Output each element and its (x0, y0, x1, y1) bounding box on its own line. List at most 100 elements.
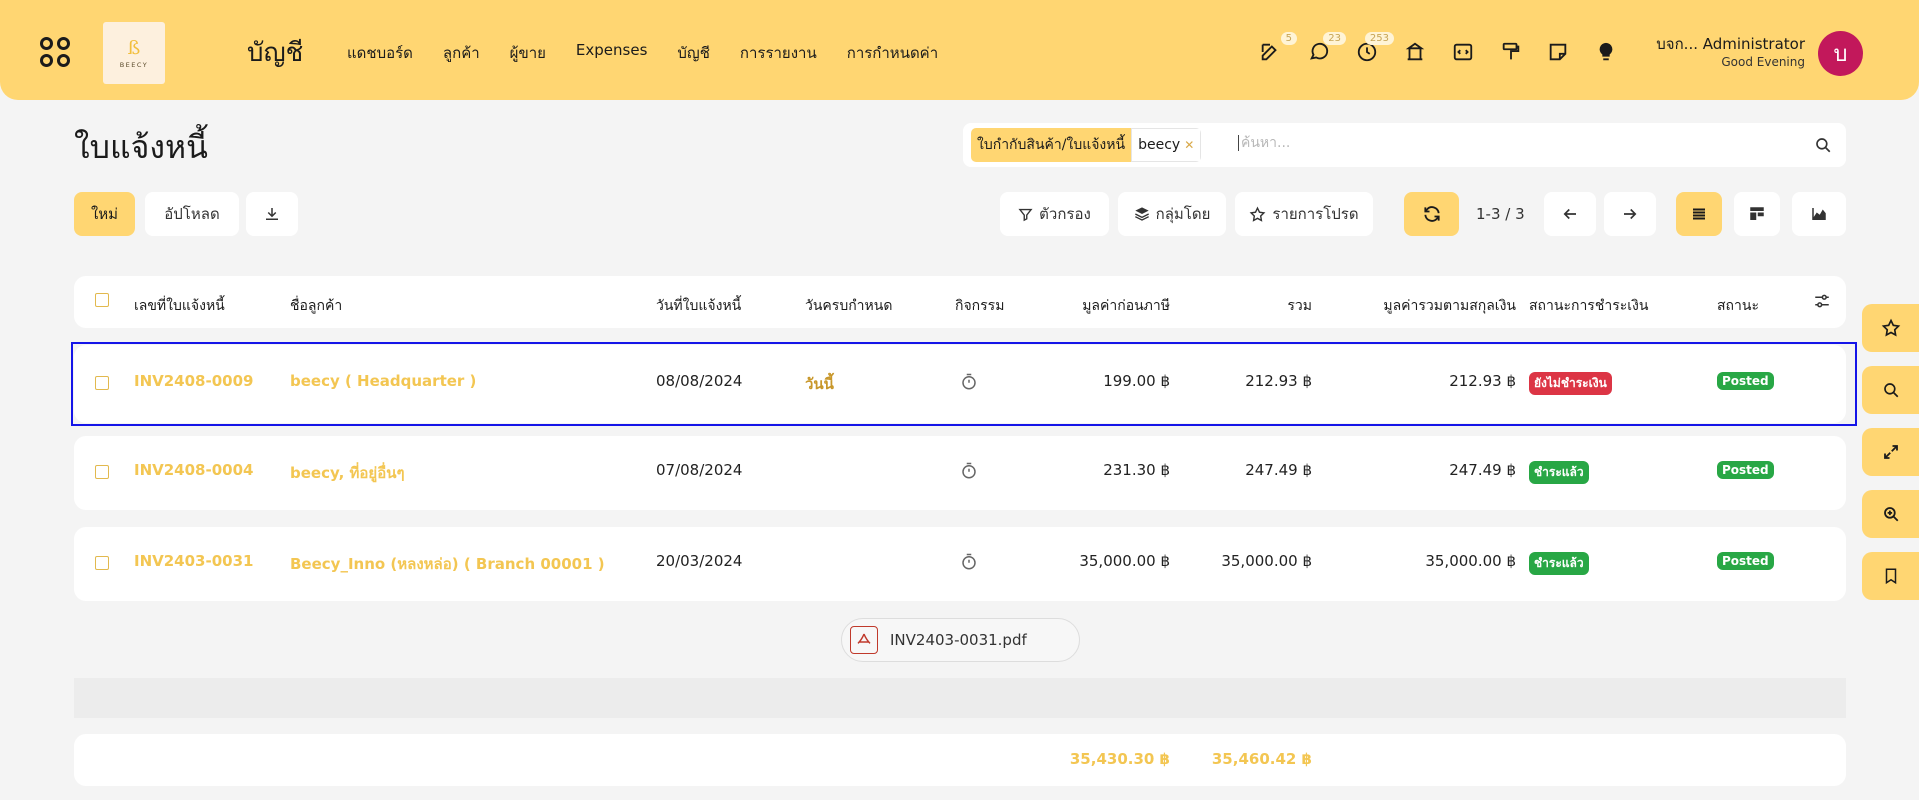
download-button[interactable] (246, 192, 298, 236)
rail-search-button[interactable] (1862, 366, 1919, 414)
search-facet: ใบกำกับสินค้า/ใบแจ้งหนี้ beecy ✕ (971, 128, 1202, 162)
facet-label: ใบกำกับสินค้า/ใบแจ้งหนี้ (971, 128, 1132, 162)
favorites-label: รายการโปรด (1272, 205, 1359, 223)
menu-vendors[interactable]: ผู้ขาย (510, 41, 546, 65)
chat-icon[interactable]: 23 (1306, 32, 1346, 65)
layers-icon (1134, 207, 1149, 221)
activity-stopwatch-icon[interactable] (960, 462, 978, 484)
upload-button[interactable]: อัปโหลด (145, 192, 239, 236)
favorites-button[interactable]: รายการโปรด (1235, 192, 1373, 236)
total-amount: 247.49 ฿ (1245, 461, 1312, 479)
table-header: เลขที่ใบแจ้งหนี้ ชื่อลูกค้า วันที่ใบแจ้ง… (74, 276, 1846, 328)
avatar[interactable]: บ (1818, 31, 1863, 76)
invoice-number[interactable]: INV2403-0031 (134, 552, 253, 570)
rail-bookmark-button[interactable] (1862, 552, 1919, 600)
col-activity[interactable]: กิจกรรม (955, 295, 1004, 317)
activity-badge: 253 (1364, 32, 1394, 45)
kanban-view-button[interactable] (1734, 192, 1780, 236)
menu-customers[interactable]: ลูกค้า (443, 41, 480, 65)
lightbulb-icon[interactable] (1593, 39, 1619, 65)
col-customer[interactable]: ชื่อลูกค้า (290, 295, 342, 317)
status-badge: Posted (1717, 461, 1774, 479)
logo-bee-mark: ß (127, 36, 141, 59)
bookmark-icon (1885, 568, 1896, 585)
col-invoice-number[interactable]: เลขที่ใบแจ้งหนี้ (134, 295, 225, 317)
col-status[interactable]: สถานะ (1717, 295, 1759, 317)
customer-name[interactable]: Beecy_Inno (หลงหล่อ) ( Branch 00001 ) (290, 552, 605, 576)
rail-favorite-button[interactable] (1862, 304, 1919, 352)
activity-clock-icon[interactable]: 253 (1354, 32, 1394, 65)
rail-expand-button[interactable] (1862, 428, 1919, 476)
graph-view-button[interactable] (1792, 192, 1846, 236)
paint-roller-icon[interactable] (1498, 39, 1524, 65)
facet-value: beecy ✕ (1131, 128, 1202, 162)
list-view-button[interactable] (1676, 192, 1722, 236)
company-logo[interactable]: ß BEECY (103, 22, 165, 84)
note-icon[interactable] (1545, 39, 1571, 65)
menu-reporting[interactable]: การรายงาน (740, 41, 817, 65)
search-icon (1883, 383, 1898, 398)
table-row[interactable]: INV2408-0004 beecy, ที่อยู่อื่นๆ 07/08/2… (74, 436, 1846, 510)
group-separator (74, 678, 1846, 718)
search-input[interactable] (1238, 135, 1738, 151)
col-total[interactable]: รวม (1174, 295, 1312, 317)
col-total-currency[interactable]: มูลค่ารวมตามสกุลเงิน (1322, 295, 1516, 317)
invoice-date: 07/08/2024 (656, 461, 743, 479)
table-row[interactable]: INV2403-0031 Beecy_Inno (หลงหล่อ) ( Bran… (74, 527, 1846, 601)
filter-button[interactable]: ตัวกรอง (1000, 192, 1109, 236)
untaxed-amount: 231.30 ฿ (1103, 461, 1170, 479)
col-untaxed[interactable]: มูลค่าก่อนภาษี (1044, 295, 1170, 317)
expand-icon (1883, 445, 1898, 459)
table-footer-totals: 35,430.30 ฿ 35,460.42 ฿ (74, 734, 1846, 786)
col-invoice-date[interactable]: วันที่ใบแจ้งหนี้ (656, 295, 741, 317)
total-currency-amount: 35,000.00 ฿ (1425, 552, 1516, 570)
select-all-checkbox[interactable] (95, 293, 109, 307)
arrow-left-icon (1563, 208, 1576, 220)
main-menu: แดชบอร์ด ลูกค้า ผู้ขาย Expenses บัญชี กา… (347, 41, 968, 65)
zoom-in-icon (1883, 507, 1898, 522)
optional-columns-icon[interactable] (1813, 292, 1831, 314)
menu-accounting[interactable]: บัญชี (677, 41, 709, 65)
pager-value[interactable]: 1-3 / 3 (1476, 205, 1525, 223)
code-icon[interactable] (1450, 39, 1476, 65)
app-brand[interactable]: บัญชี (247, 32, 303, 73)
new-button[interactable]: ใหม่ (74, 192, 135, 236)
sum-total: 35,460.42 ฿ (1211, 750, 1312, 768)
row-checkbox[interactable] (95, 556, 109, 570)
user-name[interactable]: บจก... Administrator (1656, 32, 1805, 56)
total-amount: 35,000.00 ฿ (1221, 552, 1312, 570)
menu-expenses[interactable]: Expenses (576, 41, 647, 65)
rail-zoom-button[interactable] (1862, 490, 1919, 538)
customer-name[interactable]: beecy, ที่อยู่อื่นๆ (290, 461, 405, 485)
pager-next-button[interactable] (1604, 192, 1656, 236)
star-icon (1249, 205, 1266, 222)
todo-icon[interactable]: 5 (1257, 32, 1297, 65)
invoice-date: 20/03/2024 (656, 552, 743, 570)
logo-text: BEECY (119, 60, 149, 69)
facet-remove-icon[interactable]: ✕ (1184, 138, 1194, 152)
status-badge: Posted (1717, 552, 1774, 570)
payment-status-badge: ชำระแล้ว (1529, 461, 1589, 484)
col-due-date[interactable]: วันครบกำหนด (805, 295, 892, 317)
col-payment-status[interactable]: สถานะการชำระเงิน (1529, 295, 1648, 317)
groupby-button[interactable]: กลุ่มโดย (1118, 192, 1226, 236)
refresh-button[interactable] (1404, 192, 1459, 236)
kanban-icon (1750, 207, 1764, 220)
search-icon[interactable] (1814, 136, 1832, 158)
activity-stopwatch-icon[interactable] (960, 553, 978, 575)
attachment-chip[interactable]: INV2403-0031.pdf (841, 618, 1080, 662)
todo-badge: 5 (1280, 32, 1297, 45)
chat-badge: 23 (1323, 32, 1346, 45)
filter-label: ตัวกรอง (1039, 205, 1091, 223)
menu-configuration[interactable]: การกำหนดค่า (847, 41, 938, 65)
pager-previous-button[interactable] (1544, 192, 1596, 236)
menu-dashboard[interactable]: แดชบอร์ด (347, 41, 413, 65)
bank-icon[interactable] (1402, 39, 1428, 65)
row-checkbox[interactable] (95, 465, 109, 479)
search-bar: ใบกำกับสินค้า/ใบแจ้งหนี้ beecy ✕ (963, 123, 1846, 167)
area-chart-icon (1812, 208, 1826, 220)
refresh-icon (1423, 206, 1440, 222)
apps-menu-icon[interactable] (40, 37, 70, 67)
invoice-number[interactable]: INV2408-0004 (134, 461, 253, 479)
top-navbar: ß BEECY บัญชี แดชบอร์ด ลูกค้า ผู้ขาย Exp… (0, 0, 1919, 100)
